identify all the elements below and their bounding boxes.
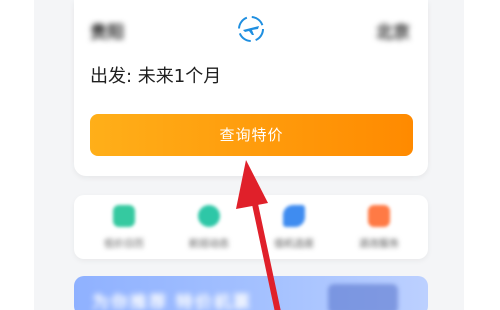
service-icon: [368, 205, 390, 227]
flight-search-screen: 贵阳 北京 出发: 未来1个月 查询特价 低价日历 航班动态 值机选座 退改服务…: [0, 0, 500, 310]
plane-swap-icon[interactable]: [234, 12, 268, 46]
calendar-icon: [113, 205, 135, 227]
departure-city[interactable]: 贵阳: [90, 18, 124, 43]
arrival-city[interactable]: 北京: [376, 18, 410, 43]
departure-date-selector[interactable]: 出发: 未来1个月: [90, 62, 221, 88]
menu-item-label: 低价日历: [104, 239, 144, 250]
query-special-price-button[interactable]: 查询特价: [90, 114, 413, 156]
menu-item-seat[interactable]: 值机选座: [254, 205, 334, 250]
quick-menu-card: 低价日历 航班动态 值机选座 退改服务: [74, 195, 428, 259]
menu-item-label: 退改服务: [359, 239, 399, 250]
promo-banner[interactable]: 为你推荐 特价机票: [74, 276, 428, 310]
plane-status-icon: [198, 205, 220, 227]
right-background-strip: [464, 0, 500, 310]
menu-item-service[interactable]: 退改服务: [339, 205, 419, 250]
flight-search-card: 贵阳 北京 出发: 未来1个月 查询特价: [74, 0, 428, 176]
seat-icon: [283, 205, 305, 227]
menu-item-calendar[interactable]: 低价日历: [84, 205, 164, 250]
left-background-strip: [0, 0, 34, 310]
banner-text: 为你推荐 特价机票: [92, 293, 252, 310]
menu-item-label: 值机选座: [274, 239, 314, 250]
menu-item-flight-status[interactable]: 航班动态: [169, 205, 249, 250]
banner-graphic: [328, 284, 398, 310]
menu-item-label: 航班动态: [189, 239, 229, 250]
